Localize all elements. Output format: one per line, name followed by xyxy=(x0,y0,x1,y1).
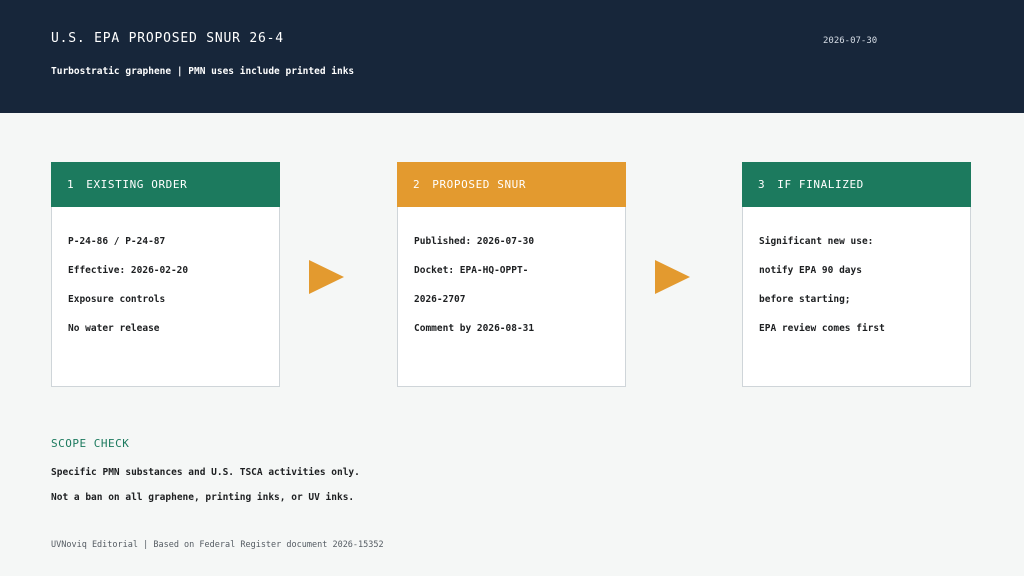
step-card-body: Significant new use: notify EPA 90 days … xyxy=(743,207,970,352)
step-line: EPA review comes first xyxy=(759,323,885,334)
step-line: before starting; xyxy=(759,294,851,305)
arrow-right-icon xyxy=(655,260,690,294)
header-banner: U.S. EPA PROPOSED SNUR 26-4 2026-07-30 T… xyxy=(0,0,1024,113)
step-line: Significant new use: xyxy=(759,236,874,247)
step-line: Effective: 2026-02-20 xyxy=(68,265,189,276)
step-title: EXISTING ORDER xyxy=(86,178,188,191)
page-title: U.S. EPA PROPOSED SNUR 26-4 xyxy=(51,31,284,46)
step-line: Exposure controls xyxy=(68,294,166,305)
step-number: 3 xyxy=(758,178,766,191)
footer-credit: UVNoviq Editorial | Based on Federal Reg… xyxy=(51,540,384,550)
scope-line: Specific PMN substances and U.S. TSCA ac… xyxy=(51,467,360,478)
step-title: IF FINALIZED xyxy=(777,178,864,191)
step-line: No water release xyxy=(68,323,160,334)
step-number: 2 xyxy=(413,178,421,191)
step-line: 2026-2707 xyxy=(414,294,466,305)
step-card-header: 2 PROPOSED SNUR xyxy=(397,162,626,207)
step-card-existing-order: 1 EXISTING ORDER P-24-86 / P-24-87 Effec… xyxy=(51,162,280,387)
scope-check-heading: SCOPE CHECK xyxy=(51,437,130,450)
step-line: notify EPA 90 days xyxy=(759,265,862,276)
step-line: Published: 2026-07-30 xyxy=(414,236,535,247)
step-card-body: P-24-86 / P-24-87 Effective: 2026-02-20 … xyxy=(52,207,279,352)
step-card-header: 3 IF FINALIZED xyxy=(742,162,971,207)
arrow-right-icon xyxy=(309,260,344,294)
step-card-proposed-snur: 2 PROPOSED SNUR Published: 2026-07-30 Do… xyxy=(397,162,626,387)
step-card-if-finalized: 3 IF FINALIZED Significant new use: noti… xyxy=(742,162,971,387)
step-title: PROPOSED SNUR xyxy=(432,178,527,191)
scope-line: Not a ban on all graphene, printing inks… xyxy=(51,492,355,503)
step-card-body: Published: 2026-07-30 Docket: EPA-HQ-OPP… xyxy=(398,207,625,352)
step-line: P-24-86 / P-24-87 xyxy=(68,236,166,247)
step-number: 1 xyxy=(67,178,75,191)
page-subtitle: Turbostratic graphene | PMN uses include… xyxy=(51,66,355,77)
header-date: 2026-07-30 xyxy=(823,36,878,46)
step-line: Comment by 2026-08-31 xyxy=(414,323,535,334)
step-line: Docket: EPA-HQ-OPPT- xyxy=(414,265,529,276)
step-card-header: 1 EXISTING ORDER xyxy=(51,162,280,207)
